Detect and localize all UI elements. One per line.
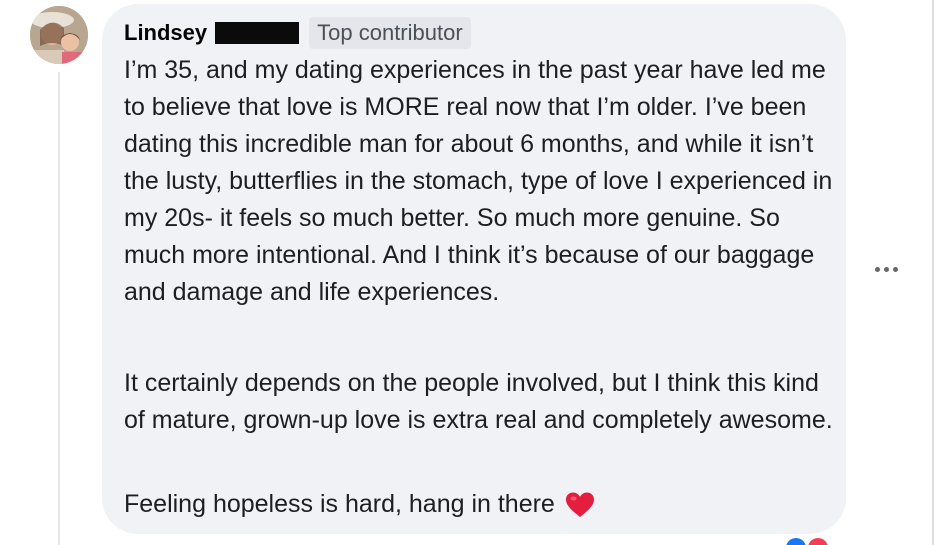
more-options-icon-dot	[883, 266, 889, 272]
avatar-photo	[30, 6, 88, 64]
comment-paragraph: It certainly depends on the people invol…	[124, 369, 833, 434]
comment-paragraph-last: Feeling hopeless is hard, hang in there	[124, 486, 836, 523]
avatar[interactable]	[30, 6, 88, 64]
more-options-icon	[874, 266, 880, 272]
author-name[interactable]: Lindsey	[124, 20, 207, 46]
comment-header: Lindsey Top contributor	[124, 16, 471, 50]
top-contributor-badge: Top contributor	[309, 17, 471, 49]
more-options-icon-dot	[892, 266, 898, 272]
comment-closing-text: Feeling hopeless is hard, hang in there	[124, 490, 555, 518]
heart-icon	[565, 491, 595, 519]
comment-body: I’m 35, and my dating experiences in the…	[124, 52, 836, 518]
love-reaction-icon	[808, 538, 828, 545]
reaction-summary[interactable]	[786, 538, 828, 545]
comment-paragraph: I’m 35, and my dating experiences in the…	[124, 56, 833, 306]
redacted-surname	[215, 22, 300, 44]
like-reaction-icon	[786, 538, 806, 545]
more-options-button[interactable]	[866, 254, 906, 284]
comment-thread: Lindsey Top contributor I’m 35, and my d…	[0, 0, 934, 545]
thread-connector-line	[58, 72, 60, 545]
